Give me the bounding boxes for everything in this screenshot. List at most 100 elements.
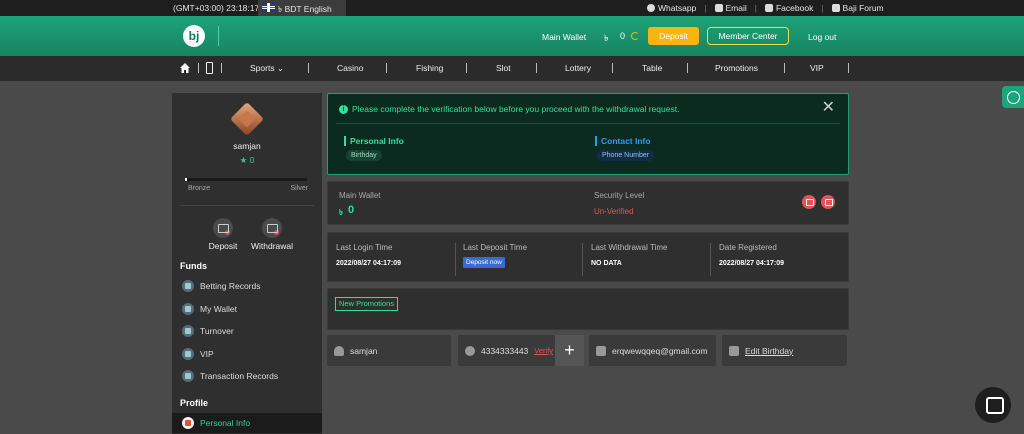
nav-casino[interactable]: Casino <box>337 63 363 73</box>
deposit-button[interactable]: Deposit <box>648 27 699 45</box>
whatsapp-icon <box>647 4 655 12</box>
date-registered-column: Date Registered 2022/08/27 04:17:09 <box>719 243 839 276</box>
sidebar-item-transaction-records[interactable]: Transaction Records <box>172 366 322 386</box>
nav-lottery[interactable]: Lottery <box>565 63 591 73</box>
deposit-icon <box>213 218 233 238</box>
edit-birthday-link[interactable]: Edit Birthday <box>745 346 793 356</box>
wallet-security-card: Main Wallet ৳ 0 Security Level Un-Verifi… <box>327 181 849 225</box>
home-icon[interactable] <box>179 62 191 74</box>
alert-message: i Please complete the verification below… <box>339 104 679 114</box>
chat-icon[interactable] <box>975 387 1011 423</box>
nav-separator <box>466 63 467 73</box>
forum-link[interactable]: Baji Forum <box>831 3 884 13</box>
username-field: samjan <box>327 335 451 366</box>
sidebar-item-betting-records[interactable]: Betting Records <box>172 276 322 296</box>
logout-link[interactable]: Log out <box>808 32 836 42</box>
verify-link[interactable]: Verify <box>534 346 553 355</box>
sidebar-withdrawal-button[interactable]: Withdrawal <box>242 218 302 251</box>
nav-vip[interactable]: VIP <box>810 63 824 73</box>
add-phone-button[interactable]: + <box>555 335 584 366</box>
nav-slot[interactable]: Slot <box>496 63 511 73</box>
email-link[interactable]: Email <box>714 3 747 13</box>
currency-symbol: ৳ <box>339 208 343 217</box>
transaction-icon <box>182 370 194 382</box>
currency-symbol: ৳ <box>604 33 609 43</box>
sidebar-item-my-wallet[interactable]: My Wallet <box>172 299 322 319</box>
header: bj Main Wallet ৳ 0 Deposit Member Center… <box>0 16 1024 56</box>
sidebar-item-personal-info[interactable]: Personal Info <box>172 413 322 433</box>
birthday-chip[interactable]: Birthday <box>346 150 382 161</box>
nav-separator <box>198 63 199 73</box>
nav-separator <box>308 63 309 73</box>
envelope-icon <box>596 345 606 356</box>
whatsapp-link[interactable]: Whatsapp <box>647 3 696 13</box>
last-login-column: Last Login Time 2022/08/27 04:17:09 <box>336 243 456 276</box>
nav-separator <box>612 63 613 73</box>
verification-alert: i Please complete the verification below… <box>327 93 849 175</box>
refresh-icon[interactable] <box>631 32 639 40</box>
login-stats-card: Last Login Time 2022/08/27 04:17:09 Last… <box>327 232 849 282</box>
divider <box>180 205 314 206</box>
phone-field: 4334333443 Verify <box>458 335 555 366</box>
support-widget-icon[interactable] <box>1002 86 1024 108</box>
personal-info-heading: Personal Info <box>344 136 404 146</box>
member-center-button[interactable]: Member Center <box>707 27 789 45</box>
nav-promotions[interactable]: Promotions <box>715 63 758 73</box>
personal-info-icon <box>182 417 194 429</box>
info-icon: i <box>339 104 348 114</box>
new-promotions-button[interactable]: New Promotions <box>335 297 399 311</box>
nav-separator <box>848 63 849 73</box>
user-icon <box>334 345 344 356</box>
email-verify-icon[interactable] <box>802 195 816 209</box>
phone-verify-icon[interactable] <box>821 195 835 209</box>
vip-progress-bar <box>185 178 307 181</box>
phone-number-chip[interactable]: Phone Number <box>597 150 655 161</box>
last-deposit-column: Last Deposit Time Deposit now <box>463 243 583 276</box>
sidebar-item-vip[interactable]: VIP <box>172 344 322 364</box>
clock: (GMT+03:00) 23:18:17 <box>173 3 260 13</box>
social-links: Whatsapp | Email | Facebook | Baji Forum <box>647 3 884 13</box>
level-next: Silver <box>290 185 308 192</box>
language-selector[interactable]: ৳ BDT English <box>258 0 346 16</box>
logo[interactable]: bj <box>183 25 205 47</box>
promotions-card <box>327 288 849 330</box>
level-current: Bronze <box>188 185 211 192</box>
nav-separator <box>221 63 222 73</box>
last-withdrawal-value: NO DATA <box>591 260 622 267</box>
wallet-icon <box>182 303 194 315</box>
main-wallet-value: 0 <box>348 204 355 216</box>
vip-points: ★ 0 <box>239 155 255 165</box>
betting-records-icon <box>182 280 194 292</box>
nav-fishing[interactable]: Fishing <box>416 63 443 73</box>
security-level-value: Un-Verified <box>594 207 634 216</box>
nav-sports[interactable]: Sports ⌄ <box>250 63 284 74</box>
vip-progress-fill <box>185 178 187 181</box>
nav-table[interactable]: Table <box>642 63 662 73</box>
main-wallet-label: Main Wallet <box>339 191 381 200</box>
withdrawal-icon <box>262 218 282 238</box>
contact-info-heading: Contact Info <box>595 136 651 146</box>
main-nav: Sports ⌄ Casino Fishing Slot Lottery Tab… <box>0 56 1024 81</box>
last-deposit-label: Last Deposit Time <box>463 243 528 252</box>
forum-icon <box>831 4 840 12</box>
birthday-field[interactable]: Edit Birthday <box>722 335 847 366</box>
sidebar: samjan ★ 0 Bronze Silver Deposit Withdra… <box>172 93 322 434</box>
last-login-value: 2022/08/27 04:17:09 <box>336 260 401 267</box>
nav-separator <box>687 63 688 73</box>
profile-heading: Profile <box>180 398 209 408</box>
nav-separator <box>784 63 785 73</box>
close-icon[interactable]: ✕ <box>822 100 835 116</box>
sidebar-item-turnover[interactable]: Turnover <box>172 321 322 341</box>
turnover-icon <box>182 325 194 337</box>
divider <box>336 123 840 124</box>
last-withdrawal-label: Last Withdrawal Time <box>591 243 668 252</box>
top-bar: (GMT+03:00) 23:18:17 ৳ BDT English Whats… <box>0 0 1024 16</box>
wallet-balance: 0 <box>620 31 626 41</box>
email-field: erqwewqqeq@gmail.com <box>589 335 716 366</box>
deposit-now-button[interactable]: Deposit now <box>463 257 505 268</box>
crown-icon <box>182 348 194 360</box>
mobile-icon[interactable] <box>206 62 213 74</box>
facebook-link[interactable]: Facebook <box>764 3 813 13</box>
phone-icon <box>465 345 475 356</box>
envelope-icon <box>714 4 723 12</box>
